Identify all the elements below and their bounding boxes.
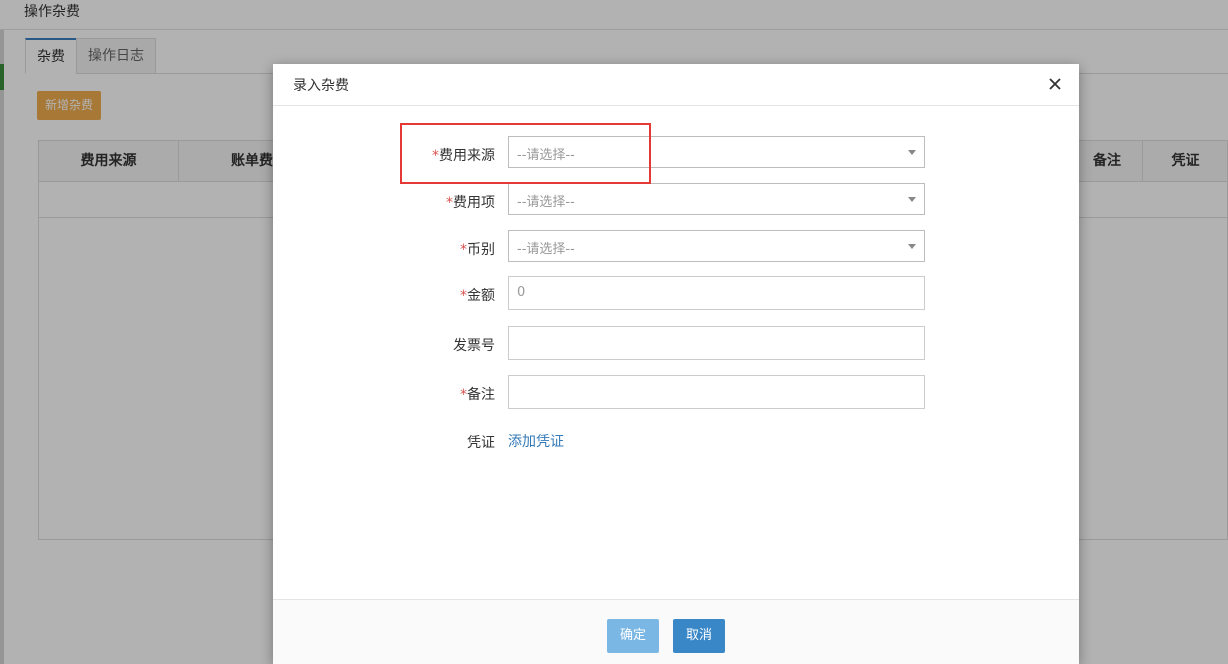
required-mark: * (460, 242, 467, 258)
required-mark: * (446, 195, 453, 211)
invoice-number-input[interactable] (508, 326, 925, 360)
required-mark: * (460, 288, 467, 304)
currency-label: *币别 (460, 242, 495, 258)
chevron-down-icon (908, 244, 916, 249)
dialog-title: 录入杂费 (293, 78, 349, 94)
currency-placeholder: --请选择-- (517, 242, 575, 257)
dialog-footer: 确定 取消 (273, 599, 1079, 664)
currency-select[interactable]: --请选择-- (508, 230, 925, 262)
voucher-label: 凭证 (467, 435, 495, 451)
amount-label: *金额 (460, 288, 495, 304)
confirm-button[interactable]: 确定 (607, 619, 659, 653)
remark-label: *备注 (460, 387, 495, 403)
dialog-header: 录入杂费 (273, 64, 1079, 106)
add-fee-dialog: 录入杂费 *费用来源 --请选择-- *费用项 --请选择-- *币别 --请选… (273, 64, 1079, 664)
add-voucher-link[interactable]: 添加凭证 (508, 431, 564, 451)
chevron-down-icon (908, 150, 916, 155)
required-mark: * (460, 387, 467, 403)
fee-item-placeholder: --请选择-- (517, 195, 575, 210)
remark-input[interactable] (508, 375, 925, 409)
item-label: *费用项 (446, 195, 495, 211)
highlight-box (400, 123, 651, 184)
invoice-label: 发票号 (453, 338, 495, 354)
chevron-down-icon (908, 197, 916, 202)
close-icon[interactable] (1045, 74, 1065, 94)
amount-input[interactable]: 0 (508, 276, 925, 310)
amount-value: 0 (517, 285, 526, 300)
cancel-button[interactable]: 取消 (673, 619, 725, 653)
fee-item-select[interactable]: --请选择-- (508, 183, 925, 215)
